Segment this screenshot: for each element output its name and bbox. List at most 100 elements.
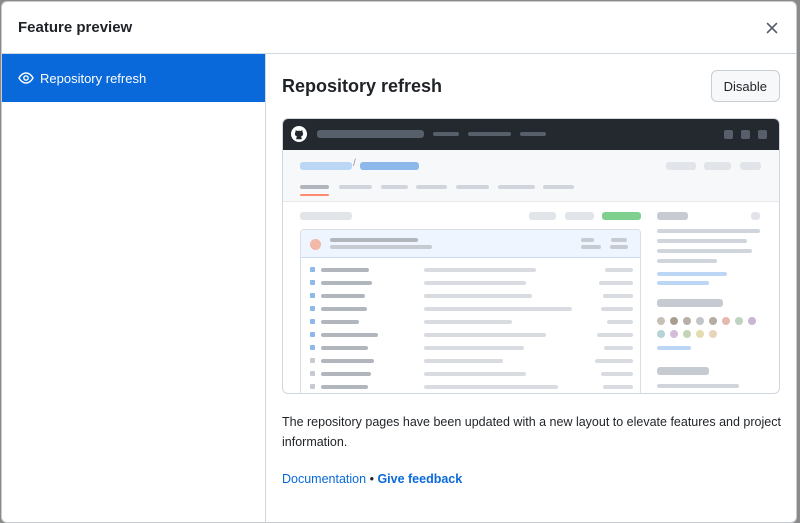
preview-placeholder (317, 130, 424, 138)
preview-placeholder (602, 212, 641, 220)
preview-placeholder (657, 281, 709, 285)
feature-sidebar: Repository refresh (2, 54, 266, 522)
preview-placeholder (748, 317, 756, 325)
preview-placeholder (310, 306, 315, 311)
sidebar-item-repository-refresh[interactable]: Repository refresh (2, 54, 265, 102)
preview-placeholder (424, 372, 526, 376)
preview-placeholder (310, 384, 315, 389)
preview-placeholder (657, 212, 688, 220)
preview-placeholder (607, 320, 633, 324)
preview-placeholder (321, 320, 359, 324)
preview-placeholder (424, 307, 572, 311)
preview-placeholder (381, 185, 408, 189)
link-separator: • (369, 472, 374, 486)
preview-placeholder (498, 185, 535, 189)
preview-placeholder (424, 346, 524, 350)
preview-placeholder (704, 162, 731, 170)
preview-placeholder (603, 294, 633, 298)
preview-placeholder (724, 130, 733, 139)
preview-placeholder (696, 330, 704, 338)
preview-image: / (282, 118, 780, 394)
preview-placeholder (581, 245, 601, 249)
preview-placeholder (321, 385, 368, 389)
preview-placeholder (321, 333, 378, 337)
preview-repo-header: / (283, 150, 779, 202)
preview-placeholder (310, 280, 315, 285)
preview-file-list (300, 229, 641, 393)
preview-placeholder (657, 259, 717, 263)
preview-placeholder (310, 267, 315, 272)
preview-placeholder (683, 330, 691, 338)
preview-placeholder (300, 185, 329, 189)
preview-placeholder (321, 294, 365, 298)
preview-placeholder (657, 317, 665, 325)
preview-placeholder (657, 239, 747, 243)
preview-placeholder (468, 132, 511, 136)
preview-placeholder (424, 359, 503, 363)
preview-placeholder (424, 268, 536, 272)
preview-placeholder (657, 367, 709, 375)
preview-placeholder (424, 294, 532, 298)
dialog-title: Feature preview (18, 19, 133, 36)
preview-placeholder (657, 317, 767, 325)
preview-placeholder (597, 333, 633, 337)
preview-placeholder (300, 212, 352, 220)
preview-placeholder (321, 281, 372, 285)
preview-placeholder (610, 245, 628, 249)
preview-placeholder (657, 229, 760, 233)
preview-header-bar (283, 119, 779, 150)
preview-placeholder (601, 307, 633, 311)
preview-placeholder (657, 249, 752, 253)
preview-placeholder (751, 212, 760, 220)
preview-placeholder (657, 272, 727, 276)
preview-placeholder (657, 384, 739, 388)
preview-placeholder (657, 299, 723, 307)
page-title: Repository refresh (282, 75, 443, 96)
preview-commit-row (301, 230, 640, 258)
preview-placeholder (565, 212, 594, 220)
preview-placeholder (599, 281, 633, 285)
preview-placeholder (321, 307, 367, 311)
preview-placeholder (601, 372, 633, 376)
preview-placeholder (529, 212, 556, 220)
preview-placeholder (657, 330, 767, 338)
main-header: Repository refresh Disable (282, 70, 780, 102)
preview-placeholder (310, 239, 321, 250)
preview-placeholder (310, 371, 315, 376)
documentation-link[interactable]: Documentation (282, 472, 366, 486)
close-button[interactable] (762, 18, 782, 38)
preview-placeholder (657, 330, 665, 338)
eye-icon (18, 70, 34, 86)
preview-placeholder (310, 358, 315, 363)
preview-placeholder (321, 359, 374, 363)
preview-placeholder (424, 333, 546, 337)
give-feedback-link[interactable]: Give feedback (377, 472, 462, 486)
preview-placeholder (330, 238, 418, 242)
sidebar-item-label: Repository refresh (40, 70, 147, 86)
disable-button[interactable]: Disable (710, 70, 780, 102)
preview-placeholder (310, 319, 315, 324)
preview-placeholder (424, 385, 558, 389)
preview-placeholder (670, 317, 678, 325)
preview-placeholder (543, 185, 574, 189)
preview-placeholder (416, 185, 447, 189)
preview-placeholder (740, 162, 761, 170)
preview-placeholder (330, 245, 432, 249)
preview-placeholder (310, 332, 315, 337)
preview-placeholder (741, 130, 750, 139)
preview-placeholder (321, 372, 371, 376)
preview-placeholder (300, 162, 352, 170)
feature-preview-dialog: Feature preview Repository refresh Repos… (1, 1, 797, 523)
preview-placeholder (424, 320, 512, 324)
preview-placeholder (670, 330, 678, 338)
preview-placeholder (339, 185, 372, 189)
preview-placeholder (456, 185, 489, 189)
preview-placeholder (722, 317, 730, 325)
preview-placeholder (424, 281, 526, 285)
preview-placeholder (605, 268, 633, 272)
preview-placeholder (758, 130, 767, 139)
preview-placeholder (735, 317, 743, 325)
preview-placeholder (321, 346, 368, 350)
feature-links: Documentation • Give feedback (282, 472, 780, 486)
preview-placeholder (666, 162, 696, 170)
